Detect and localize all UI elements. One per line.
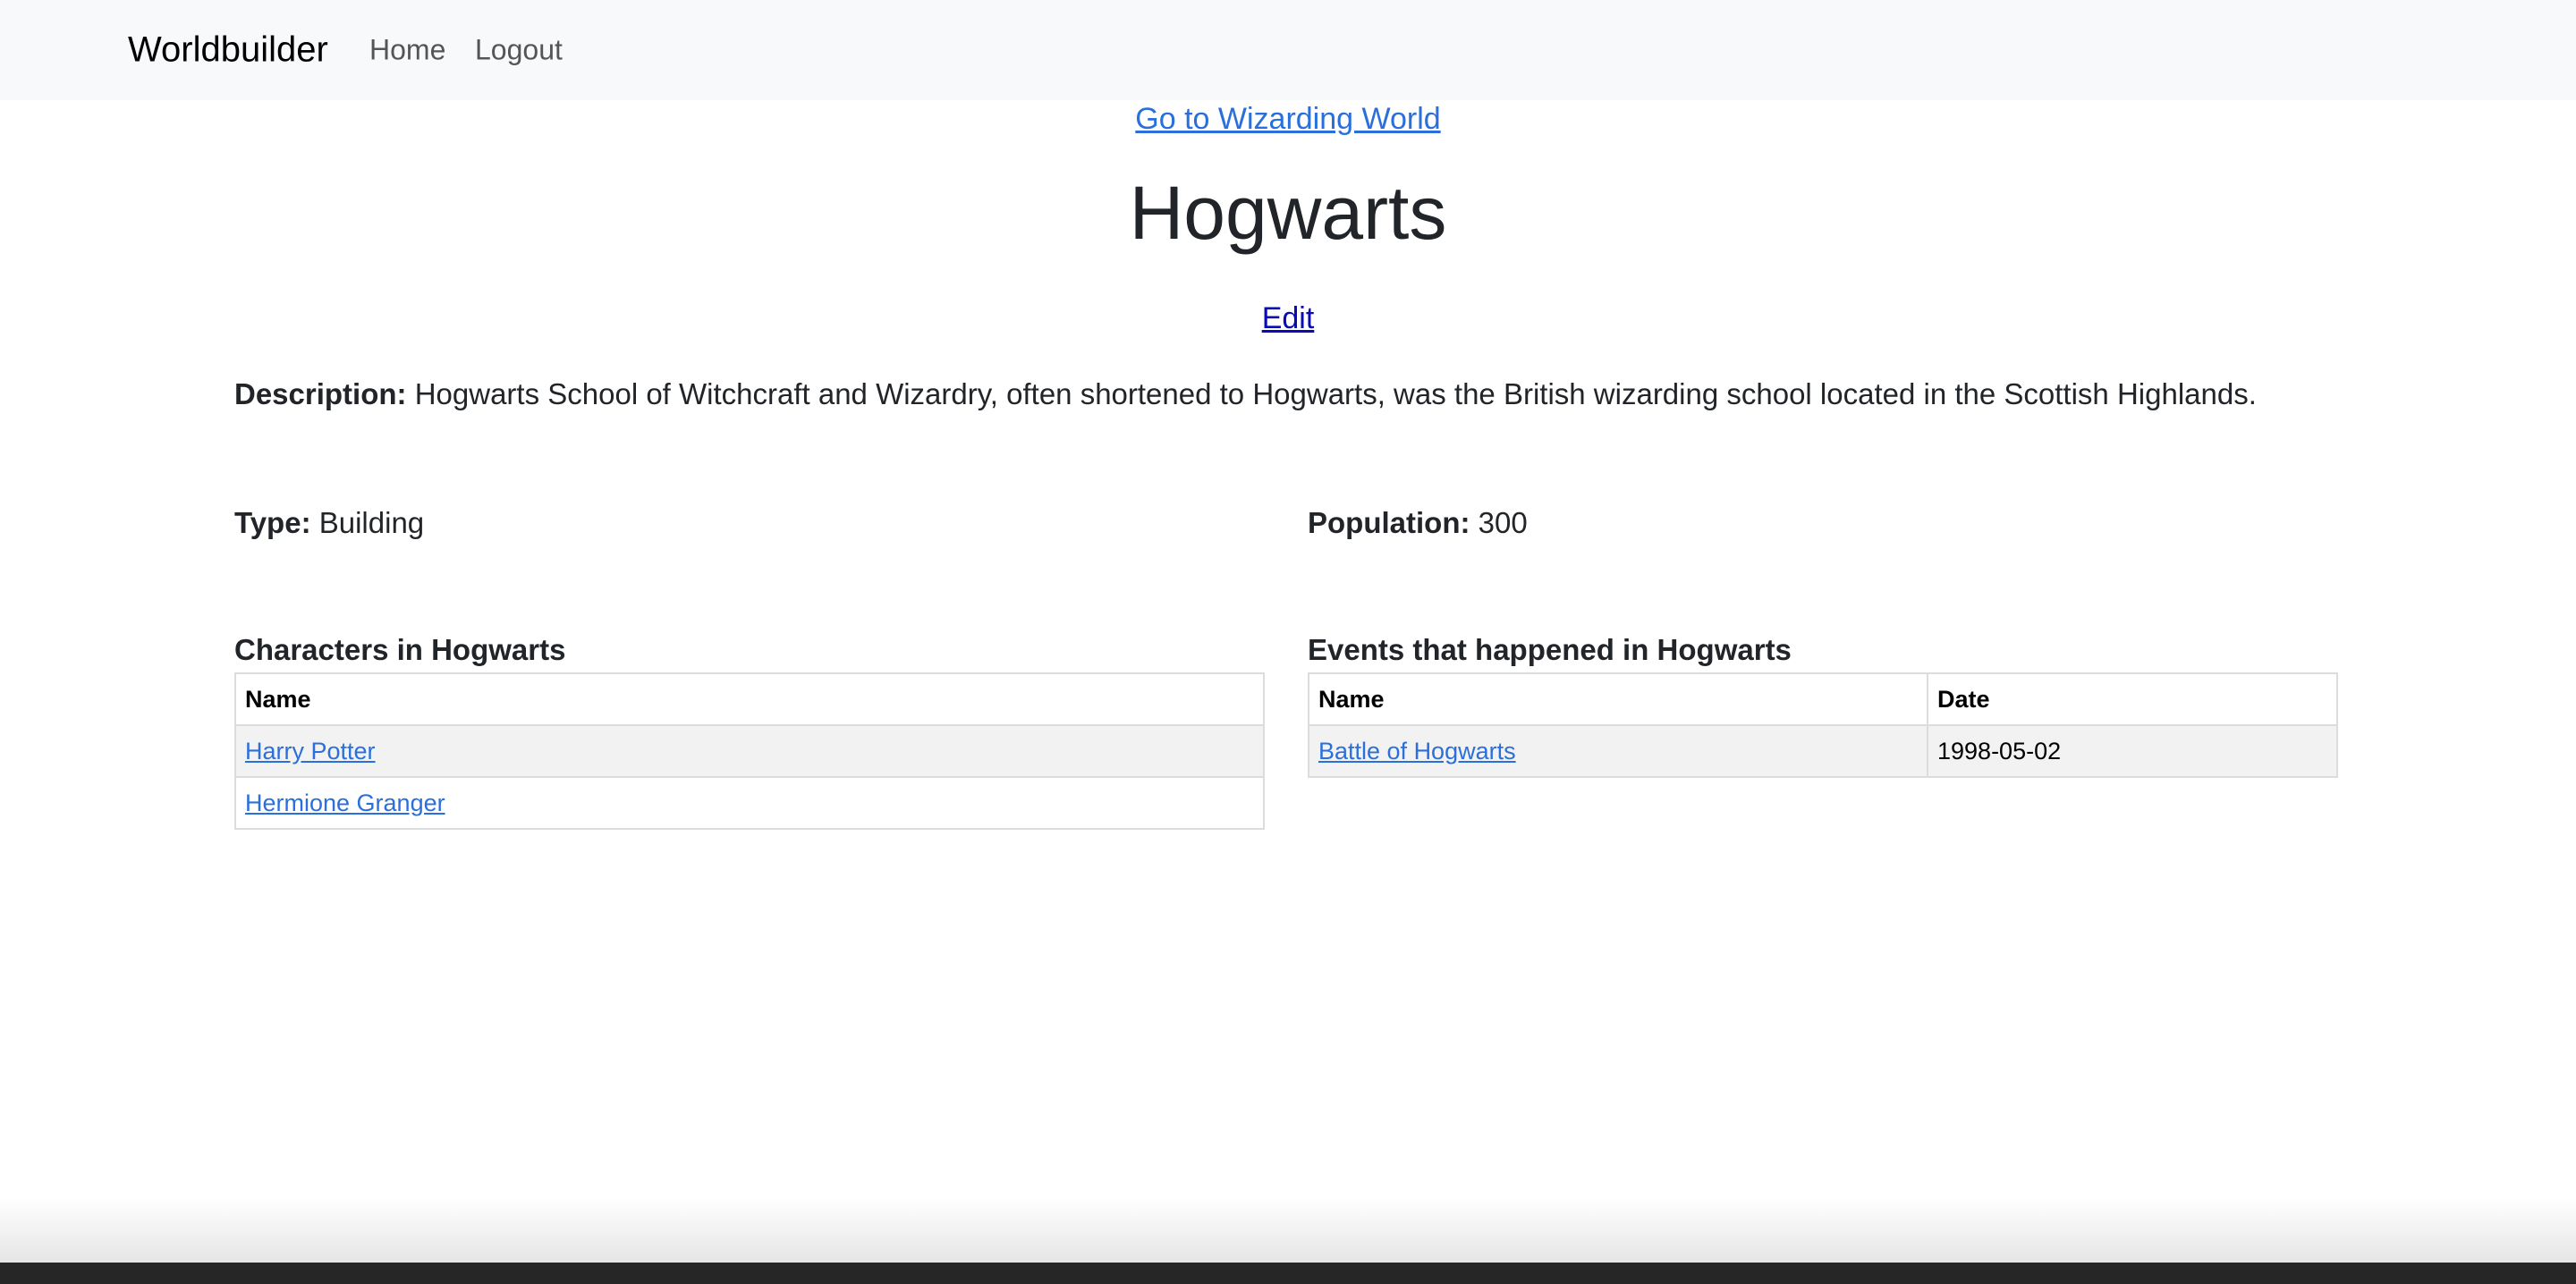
table-cell: Harry Potter: [234, 724, 1265, 778]
events-heading: Events that happened in Hogwarts: [1308, 633, 1792, 666]
os-dock: [0, 1263, 2576, 1284]
description-value: Hogwarts School of Witchcraft and Wizard…: [406, 377, 2257, 410]
top-navbar: Worldbuilder Home Logout: [0, 0, 2576, 100]
characters-heading: Characters in Hogwarts: [234, 633, 566, 666]
table-header-row: Name Date: [1308, 672, 2338, 726]
table-row: Battle of Hogwarts 1998-05-02: [1308, 724, 2338, 778]
description-label: Description:: [234, 377, 407, 410]
table-row: Harry Potter: [234, 724, 1265, 778]
table-header-row: Name: [234, 672, 1265, 726]
table-cell: Battle of Hogwarts: [1308, 724, 1928, 778]
characters-name-header: Name: [234, 672, 1265, 726]
window-bottom-shadow: [0, 1198, 2576, 1263]
characters-table: Name Harry Potter Hermione Granger: [234, 672, 1265, 830]
events-table: Name Date Battle of Hogwarts 1998-05-02: [1308, 672, 2338, 778]
population-label: Population:: [1308, 506, 1470, 539]
nav-logout-link[interactable]: Logout: [475, 34, 563, 67]
page-title: Hogwarts: [1129, 171, 1447, 255]
character-link-hermione-granger[interactable]: Hermione Granger: [245, 790, 445, 816]
description-field: Description: Hogwarts School of Witchcra…: [234, 377, 2257, 411]
character-link-harry-potter[interactable]: Harry Potter: [245, 738, 376, 764]
event-date: 1998-05-02: [1927, 724, 2338, 778]
events-name-header: Name: [1308, 672, 1928, 726]
nav-home-link[interactable]: Home: [369, 34, 445, 67]
brand-link[interactable]: Worldbuilder: [128, 30, 328, 71]
edit-link[interactable]: Edit: [0, 301, 2576, 336]
go-to-world-link[interactable]: Go to Wizarding World: [0, 102, 2576, 137]
table-row: Hermione Granger: [234, 776, 1265, 830]
type-label: Type:: [234, 506, 311, 539]
type-value: Building: [310, 506, 425, 539]
events-date-header: Date: [1927, 672, 2338, 726]
population-field: Population: 300: [1308, 506, 1528, 540]
table-cell: Hermione Granger: [234, 776, 1265, 830]
population-value: 300: [1470, 506, 1528, 539]
event-link-battle-of-hogwarts[interactable]: Battle of Hogwarts: [1318, 738, 1516, 764]
type-field: Type: Building: [234, 506, 424, 540]
